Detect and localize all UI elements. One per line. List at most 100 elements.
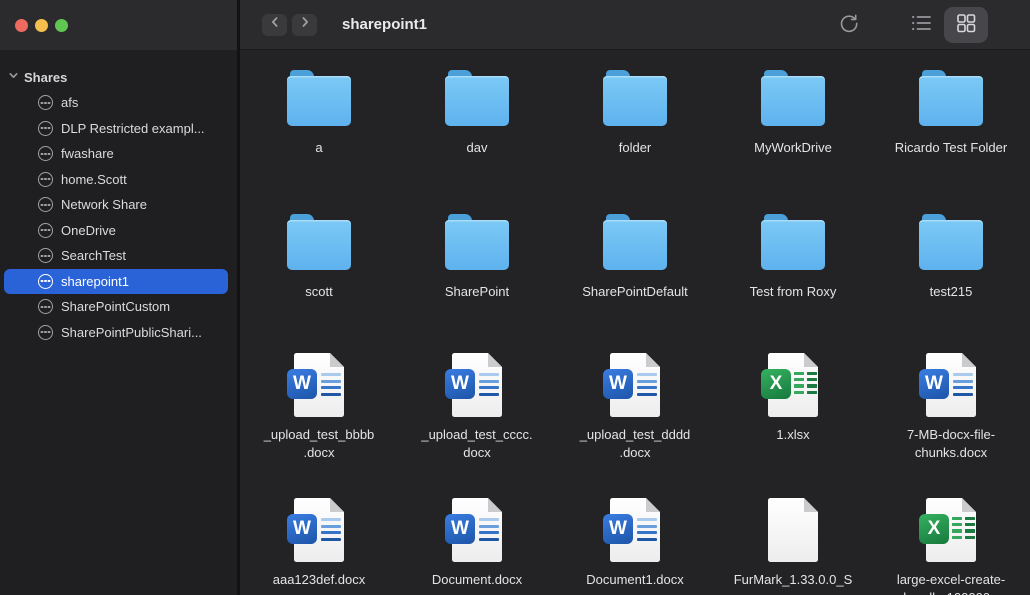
folder-icon (287, 214, 351, 272)
sidebar-item-afs[interactable]: afs (4, 90, 228, 116)
folder-item[interactable]: SharePointDefault (556, 214, 714, 301)
minimize-button[interactable] (35, 19, 48, 32)
sidebar-item-sharepointcustom[interactable]: SharePointCustom (4, 294, 228, 320)
sidebar-item-label: fwashare (61, 146, 114, 161)
folder-item[interactable]: SharePoint (398, 214, 556, 301)
word-document-icon: W (287, 353, 351, 417)
share-circle-ellipsis-icon (38, 325, 53, 340)
sidebar-item-sharepointpublicsharing[interactable]: SharePointPublicShari... (4, 320, 228, 346)
folder-icon (761, 214, 825, 272)
refresh-button[interactable] (837, 0, 861, 50)
share-circle-ellipsis-icon (38, 146, 53, 161)
grid-view-icon (955, 12, 977, 39)
file-item[interactable]: FurMark_1.33.0.0_S (714, 498, 872, 595)
file-label: aaa123def.docx (273, 571, 366, 589)
sidebar-item-dlp-restricted[interactable]: DLP Restricted exampl... (4, 116, 228, 142)
file-label: 1.xlsx (776, 426, 809, 444)
folder-item[interactable]: dav (398, 70, 556, 157)
sidebar-item-label: home.Scott (61, 172, 127, 187)
word-document-icon: W (445, 353, 509, 417)
folder-icon (761, 70, 825, 128)
sidebar-item-label: afs (61, 95, 78, 110)
grid-view-button[interactable] (944, 7, 988, 43)
sidebar-item-home-scott[interactable]: home.Scott (4, 167, 228, 193)
file-label: _upload_test_cccc. docx (421, 426, 532, 462)
file-label: SharePoint (445, 283, 509, 301)
folder-icon (603, 70, 667, 128)
share-circle-ellipsis-icon (38, 248, 53, 263)
folder-icon (287, 70, 351, 128)
sidebar-item-sharepoint1[interactable]: sharepoint1 (4, 269, 228, 295)
sidebar-body: Shares afs DLP Restricted exampl... fwas… (0, 50, 237, 595)
share-circle-ellipsis-icon (38, 95, 53, 110)
folder-icon (919, 70, 983, 128)
word-document-icon: W (445, 498, 509, 562)
folder-item[interactable]: scott (240, 214, 398, 301)
folder-item[interactable]: a (240, 70, 398, 157)
generic-document-icon (761, 498, 825, 562)
sidebar-item-label: SharePointPublicShari... (61, 325, 202, 340)
file-label: FurMark_1.33.0.0_S (734, 571, 853, 589)
file-label: Document1.docx (586, 571, 684, 589)
word-document-icon: W (919, 353, 983, 417)
sidebar-item-network-share[interactable]: Network Share (4, 192, 228, 218)
file-item[interactable]: W Document.docx (398, 498, 556, 595)
back-button[interactable] (262, 14, 287, 36)
file-label: dav (467, 139, 488, 157)
file-label: Ricardo Test Folder (895, 139, 1007, 157)
sidebar-item-onedrive[interactable]: OneDrive (4, 218, 228, 244)
file-item[interactable]: W _upload_test_bbbb .docx (240, 353, 398, 462)
share-circle-ellipsis-icon (38, 299, 53, 314)
list-view-icon (910, 12, 933, 39)
share-circle-ellipsis-icon (38, 121, 53, 136)
sidebar-item-label: SearchTest (61, 248, 126, 263)
refresh-icon (838, 12, 860, 39)
file-label: scott (305, 283, 332, 301)
excel-document-icon: X (919, 498, 983, 562)
file-item[interactable]: W _upload_test_dddd .docx (556, 353, 714, 462)
file-label: MyWorkDrive (754, 139, 832, 157)
file-item[interactable]: W 7-MB-docx-file- chunks.docx (872, 353, 1030, 462)
word-document-icon: W (287, 498, 351, 562)
folder-item[interactable]: folder (556, 70, 714, 157)
file-item[interactable]: W _upload_test_cccc. docx (398, 353, 556, 462)
grid-row: a dav folder MyWorkDrive Ricardo Test Fo… (240, 70, 1030, 157)
grid-row: W aaa123def.docx W Document.docx W (240, 498, 1030, 595)
sidebar-section-shares[interactable]: Shares (0, 66, 237, 88)
zoom-button[interactable] (55, 19, 68, 32)
share-circle-ellipsis-icon (38, 223, 53, 238)
file-label: _upload_test_bbbb .docx (264, 426, 375, 462)
folder-icon (919, 214, 983, 272)
grid-row: scott SharePoint SharePointDefault Test … (240, 214, 1030, 301)
chevron-right-icon (298, 15, 312, 34)
share-circle-ellipsis-icon (38, 197, 53, 212)
chevron-left-icon (268, 15, 282, 34)
file-label: SharePointDefault (582, 283, 688, 301)
window-titlebar-left (0, 0, 237, 50)
folder-item[interactable]: test215 (872, 214, 1030, 301)
folder-item[interactable]: Ricardo Test Folder (872, 70, 1030, 157)
share-circle-ellipsis-icon (38, 274, 53, 289)
share-circle-ellipsis-icon (38, 172, 53, 187)
folder-item[interactable]: Test from Roxy (714, 214, 872, 301)
file-item[interactable]: W aaa123def.docx (240, 498, 398, 595)
sidebar-item-label: sharepoint1 (61, 274, 129, 289)
list-view-button[interactable] (908, 0, 934, 50)
sidebar-item-label: SharePointCustom (61, 299, 170, 314)
close-button[interactable] (15, 19, 28, 32)
sidebar-item-label: DLP Restricted exampl... (61, 121, 205, 136)
folder-item[interactable]: MyWorkDrive (714, 70, 872, 157)
word-document-icon: W (603, 498, 667, 562)
file-item[interactable]: X 1.xlsx (714, 353, 872, 462)
file-label: test215 (930, 283, 973, 301)
file-item[interactable]: W Document1.docx (556, 498, 714, 595)
sidebar-section-label: Shares (24, 70, 67, 85)
main-panel: sharepoint1 (240, 0, 1030, 595)
sidebar-item-searchtest[interactable]: SearchTest (4, 243, 228, 269)
sidebar-item-fwashare[interactable]: fwashare (4, 141, 228, 167)
forward-button[interactable] (292, 14, 317, 36)
sidebar-item-label: Network Share (61, 197, 147, 212)
chevron-down-icon (8, 68, 19, 86)
file-item[interactable]: X large-excel-create- handle-100000-r (872, 498, 1030, 595)
file-label: 7-MB-docx-file- chunks.docx (907, 426, 995, 462)
